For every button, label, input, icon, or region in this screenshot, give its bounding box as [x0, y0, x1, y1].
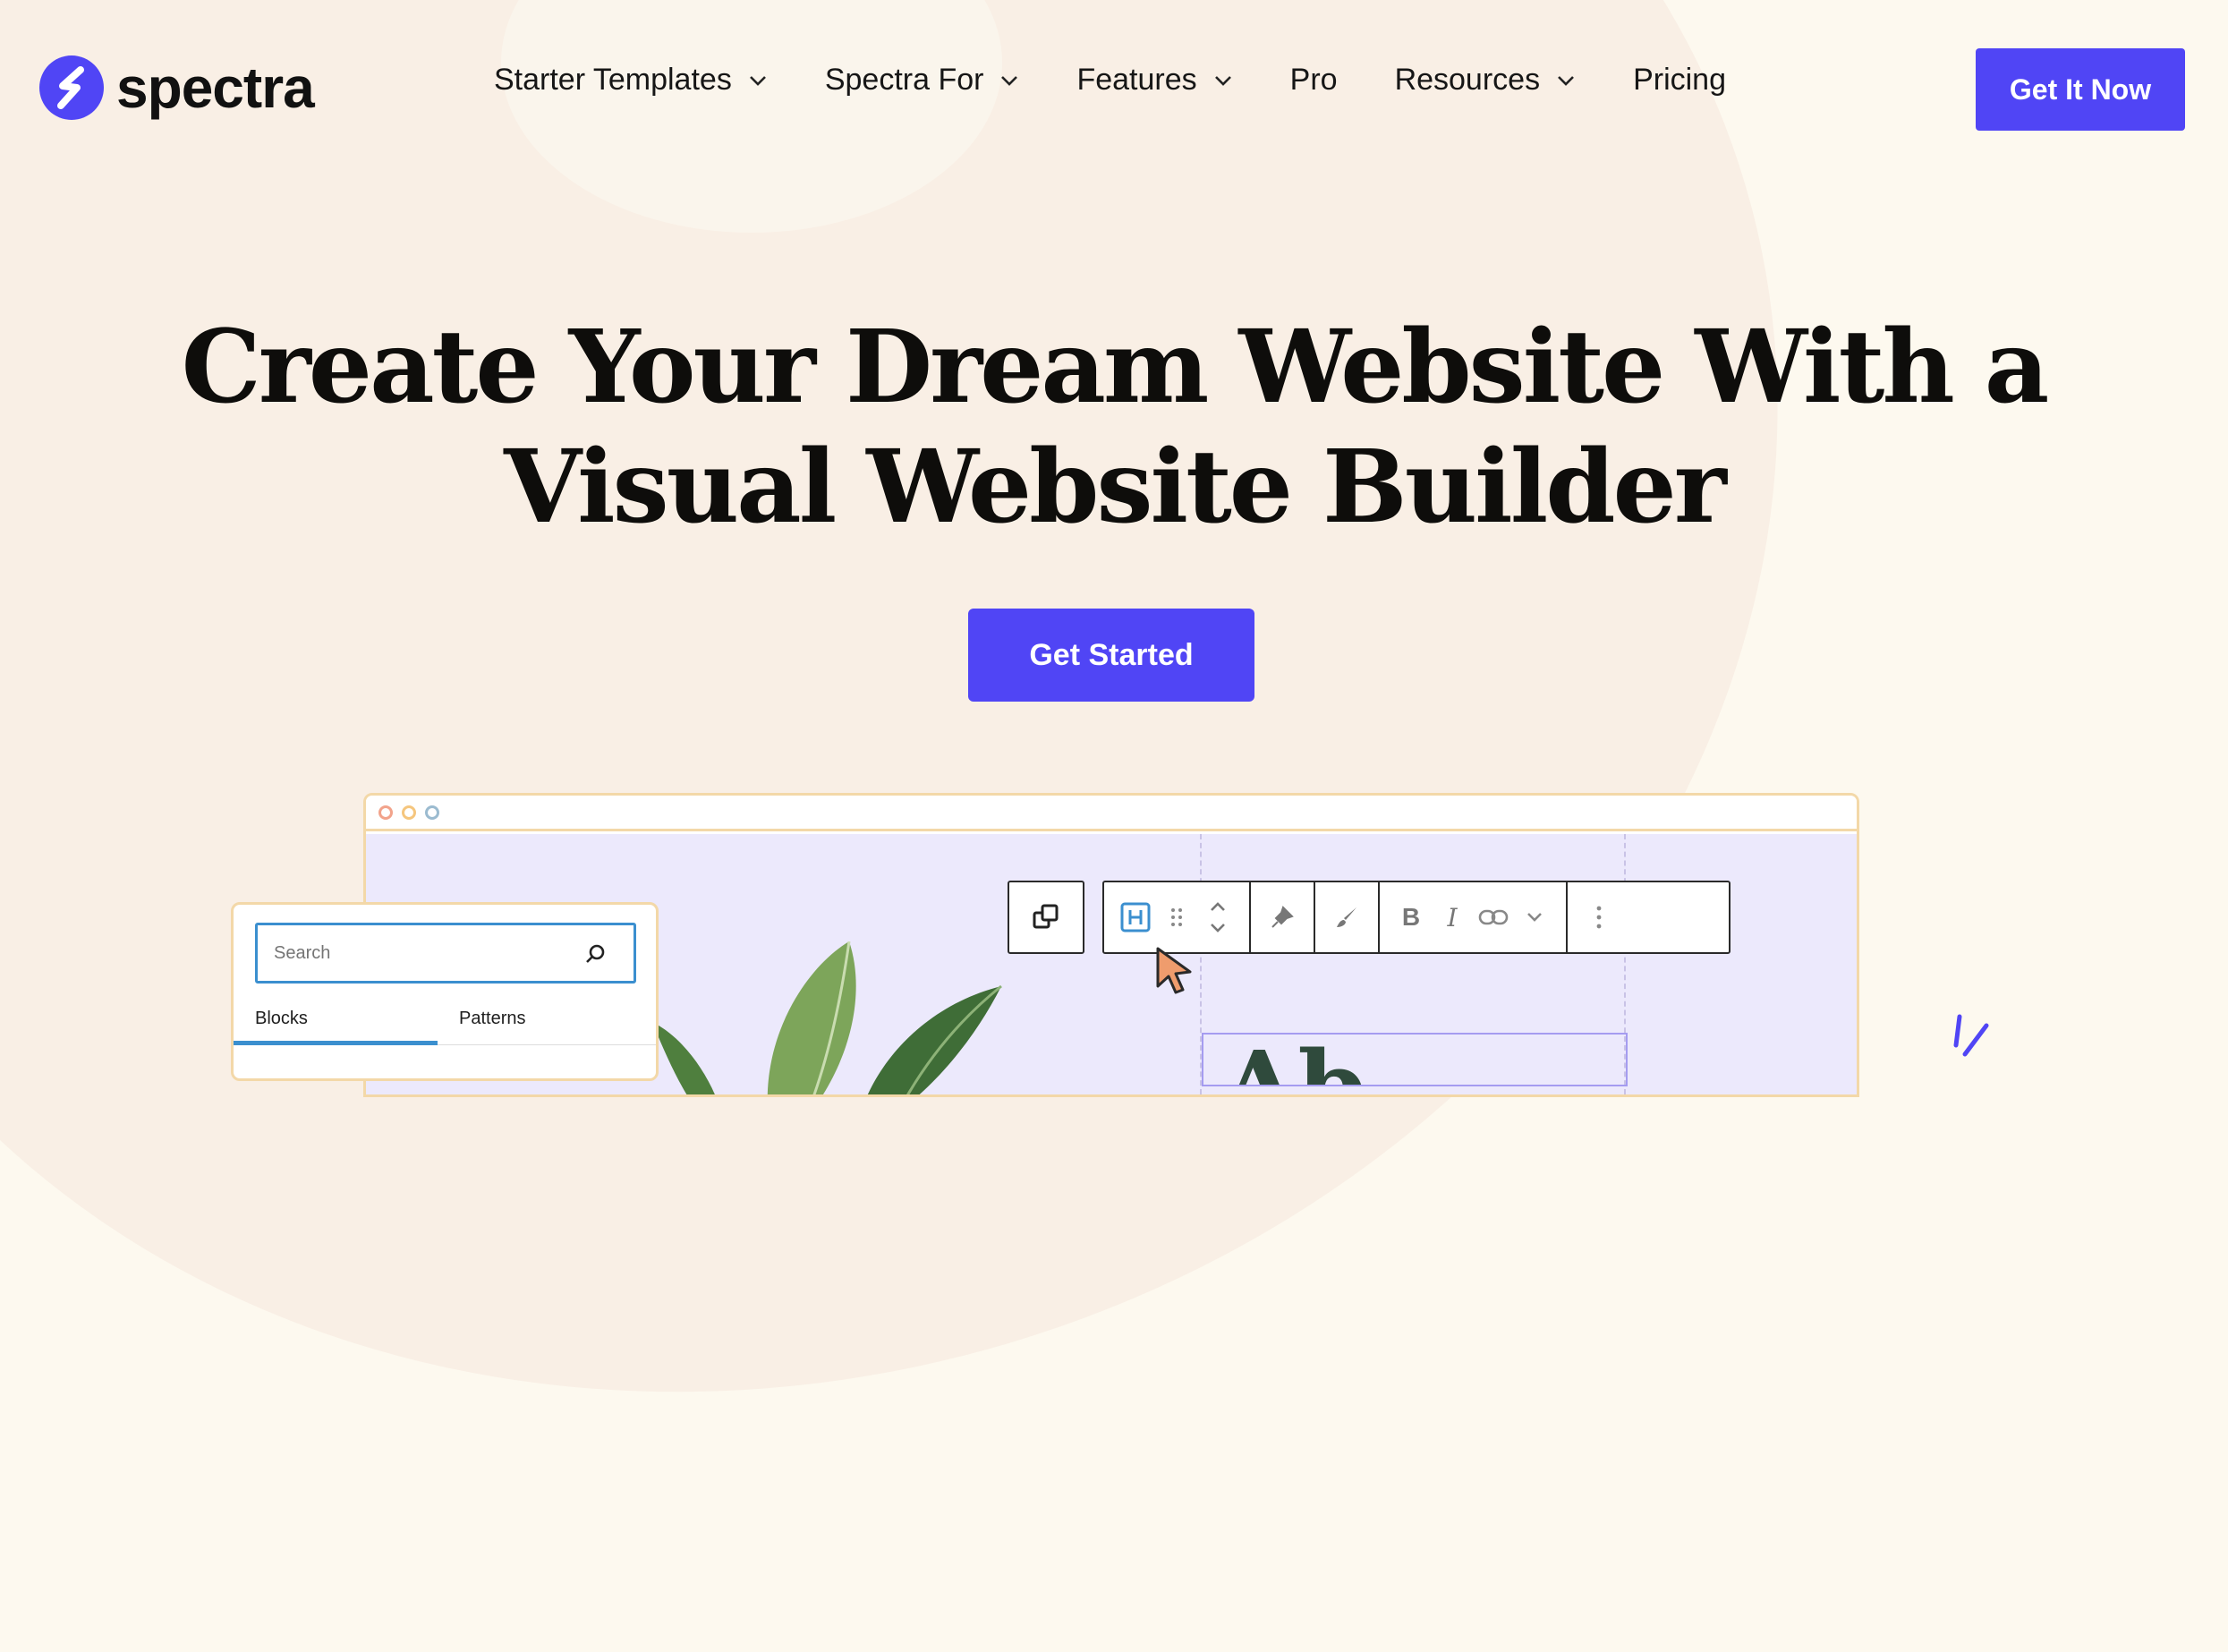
browser-title-bar: [366, 796, 1857, 831]
more-formats-button[interactable]: [1514, 890, 1555, 944]
get-started-button[interactable]: Get Started: [968, 609, 1254, 702]
spectra-s-logo-icon: [39, 55, 104, 120]
nav-item-features[interactable]: Features: [1076, 63, 1232, 98]
heading-block-icon: [1120, 902, 1151, 932]
brand-logo[interactable]: spectra: [39, 55, 315, 120]
pin-icon: [1271, 906, 1294, 928]
pin-button[interactable]: [1262, 890, 1303, 944]
window-minimize-dot: [402, 805, 416, 820]
duplicate-icon: [1033, 904, 1059, 929]
get-it-now-button[interactable]: Get It Now: [1976, 48, 2185, 131]
plant-leaves-image: [652, 941, 1002, 1094]
toolbar-group-block: [1104, 882, 1251, 952]
nav-item-pro[interactable]: Pro: [1290, 63, 1338, 98]
drag-handle[interactable]: [1156, 890, 1197, 944]
hero-title: Create Your Dream Website With a Visual …: [0, 308, 2228, 548]
nav-item-label: Spectra For: [824, 63, 984, 97]
italic-button[interactable]: I: [1432, 890, 1473, 944]
active-tab-indicator: [234, 1041, 438, 1045]
block-inserter-panel: Blocks Patterns: [231, 902, 659, 1081]
chevron-down-icon: [1214, 75, 1231, 86]
chevron-down-icon: [1527, 913, 1542, 922]
block-search-input[interactable]: [255, 923, 636, 984]
more-options-icon: [1596, 906, 1602, 929]
sparkle-decoration-icon: [1953, 1014, 1989, 1057]
hero-title-line-2: Visual Website Builder: [504, 429, 1727, 546]
hero-title-line-1: Create Your Dream Website With a: [181, 309, 2050, 426]
heading-block-text: Ab: [1221, 1038, 1366, 1086]
heading-block-button[interactable]: [1115, 890, 1156, 944]
link-icon: [1478, 909, 1509, 925]
bold-button[interactable]: B: [1390, 890, 1432, 944]
tab-blocks[interactable]: Blocks: [255, 1009, 308, 1029]
main-nav: Starter Templates Spectra For Features P…: [494, 63, 1783, 98]
toolbar-group-style: [1315, 882, 1380, 952]
chevron-down-icon: [1558, 75, 1574, 86]
chevron-down-icon: [749, 75, 766, 86]
window-maximize-dot: [425, 805, 439, 820]
brush-icon: [1337, 907, 1356, 927]
nav-item-starter-templates[interactable]: Starter Templates: [494, 63, 768, 98]
nav-item-label: Pricing: [1633, 63, 1727, 97]
bold-icon: B: [1401, 903, 1421, 931]
brand-name: spectra: [116, 55, 315, 120]
link-button[interactable]: [1473, 890, 1514, 944]
toolbar-group-options: [1568, 882, 1630, 952]
italic-icon: I: [1447, 902, 1458, 932]
window-close-dot: [378, 805, 393, 820]
move-up-down-icon: [1211, 902, 1225, 932]
nav-item-spectra-for[interactable]: Spectra For: [825, 63, 1020, 98]
mouse-cursor-icon: [1156, 947, 1192, 994]
tab-patterns[interactable]: Patterns: [459, 1009, 525, 1029]
nav-item-pricing[interactable]: Pricing: [1633, 63, 1726, 98]
brush-button[interactable]: [1326, 890, 1367, 944]
nav-item-label: Starter Templates: [494, 63, 732, 97]
block-toolbar: B I: [1102, 881, 1731, 954]
more-options-button[interactable]: [1578, 890, 1620, 944]
drag-handle-icon: [1171, 908, 1182, 926]
move-up-down-button[interactable]: [1197, 890, 1238, 944]
search-icon: [586, 944, 605, 963]
toolbar-group-format: B I: [1380, 882, 1568, 952]
chevron-down-icon: [1001, 75, 1018, 86]
duplicate-block-button[interactable]: [1008, 881, 1084, 954]
nav-item-label: Features: [1076, 63, 1197, 97]
site-header: spectra Starter Templates Spectra For Fe…: [0, 0, 2228, 179]
nav-item-label: Pro: [1289, 63, 1338, 97]
heading-block-preview[interactable]: Ab: [1202, 1033, 1628, 1086]
toolbar-group-pin: [1251, 882, 1315, 952]
nav-item-label: Resources: [1394, 63, 1541, 97]
nav-item-resources[interactable]: Resources: [1395, 63, 1577, 98]
